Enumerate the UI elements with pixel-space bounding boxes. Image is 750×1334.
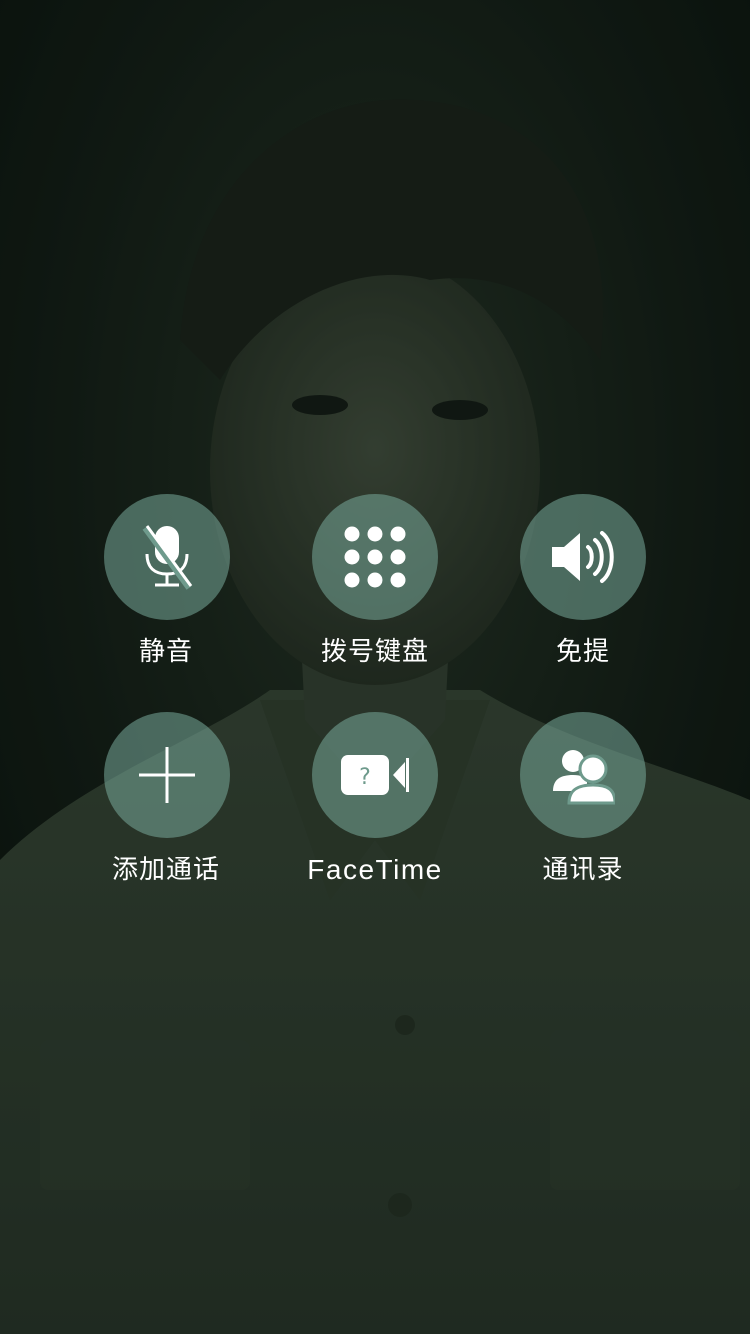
facetime-button[interactable]: ? [312, 712, 438, 838]
speaker-button[interactable] [520, 494, 646, 620]
mute-label: 静音 [138, 637, 193, 667]
mute-button[interactable] [104, 494, 230, 620]
add-call-button[interactable] [104, 712, 230, 838]
mute-microphone-icon [139, 524, 195, 590]
contacts-label: 通讯录 [542, 855, 624, 885]
contacts-icon [551, 745, 615, 805]
keypad-icon [344, 526, 406, 588]
speaker-icon [550, 529, 616, 585]
keypad-button[interactable] [312, 494, 438, 620]
add-call-label: 添加通话 [111, 855, 220, 885]
contacts-button[interactable] [520, 712, 646, 838]
keypad-label: 拨号键盘 [320, 637, 429, 667]
plus-icon [137, 745, 197, 805]
speaker-label: 免提 [555, 637, 610, 667]
in-call-screen: 静音 拨号键盘 免提 添加通话 ? FaceTime 通讯录 [0, 0, 750, 1334]
facetime-label: FaceTime [307, 854, 443, 885]
video-camera-question-icon: ? [339, 752, 411, 798]
svg-text:?: ? [359, 765, 371, 790]
